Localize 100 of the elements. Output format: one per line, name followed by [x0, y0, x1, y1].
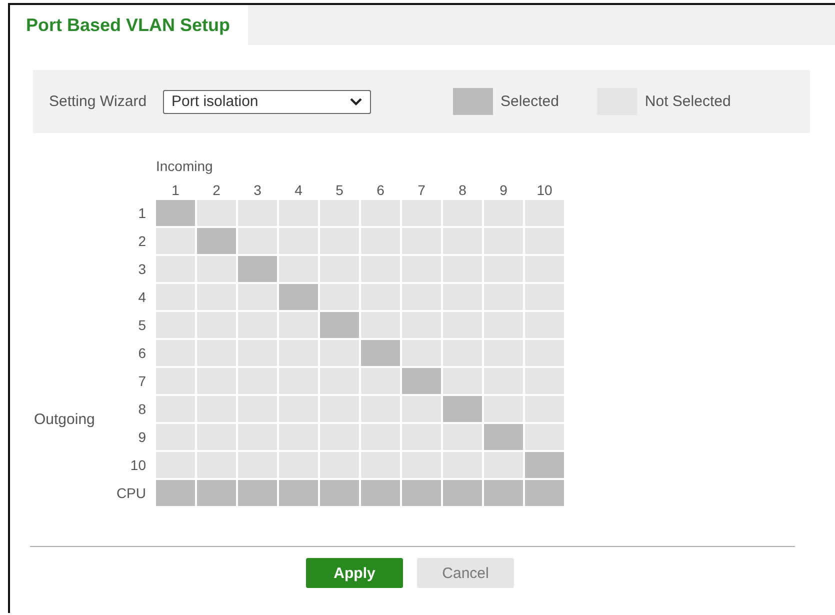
port-cell[interactable] [484, 340, 523, 366]
port-cell[interactable] [361, 228, 400, 254]
port-cell[interactable] [525, 368, 564, 394]
port-cell[interactable] [320, 480, 359, 506]
port-cell[interactable] [361, 284, 400, 310]
tab[interactable]: Port Based VLAN Setup [18, 5, 248, 45]
port-cell[interactable] [156, 452, 195, 478]
port-cell[interactable] [484, 256, 523, 282]
port-cell[interactable] [443, 284, 482, 310]
port-cell[interactable] [279, 368, 318, 394]
port-cell[interactable] [197, 256, 236, 282]
port-cell[interactable] [238, 452, 277, 478]
port-cell[interactable] [197, 228, 236, 254]
port-cell[interactable] [361, 368, 400, 394]
port-cell[interactable] [525, 480, 564, 506]
port-cell[interactable] [279, 452, 318, 478]
port-cell[interactable] [156, 200, 195, 226]
port-cell[interactable] [525, 256, 564, 282]
port-cell[interactable] [443, 200, 482, 226]
port-cell[interactable] [279, 312, 318, 338]
port-cell[interactable] [320, 228, 359, 254]
port-cell[interactable] [402, 256, 441, 282]
port-cell[interactable] [402, 424, 441, 450]
port-cell[interactable] [197, 424, 236, 450]
port-cell[interactable] [156, 284, 195, 310]
port-cell[interactable] [197, 312, 236, 338]
port-cell[interactable] [197, 396, 236, 422]
port-cell[interactable] [443, 480, 482, 506]
port-cell[interactable] [443, 312, 482, 338]
port-cell[interactable] [402, 312, 441, 338]
port-cell[interactable] [238, 228, 277, 254]
port-cell[interactable] [402, 396, 441, 422]
cancel-button[interactable]: Cancel [417, 558, 514, 588]
port-cell[interactable] [238, 396, 277, 422]
port-cell[interactable] [320, 256, 359, 282]
port-cell[interactable] [484, 312, 523, 338]
port-cell[interactable] [443, 340, 482, 366]
port-cell[interactable] [238, 368, 277, 394]
port-cell[interactable] [361, 452, 400, 478]
port-cell[interactable] [279, 480, 318, 506]
port-cell[interactable] [402, 200, 441, 226]
port-cell[interactable] [525, 228, 564, 254]
port-cell[interactable] [238, 424, 277, 450]
port-cell[interactable] [525, 312, 564, 338]
port-cell[interactable] [525, 396, 564, 422]
port-cell[interactable] [320, 396, 359, 422]
port-cell[interactable] [484, 452, 523, 478]
port-cell[interactable] [443, 368, 482, 394]
port-cell[interactable] [197, 368, 236, 394]
port-cell[interactable] [443, 424, 482, 450]
port-cell[interactable] [156, 480, 195, 506]
port-cell[interactable] [197, 284, 236, 310]
port-cell[interactable] [484, 480, 523, 506]
port-cell[interactable] [156, 228, 195, 254]
port-cell[interactable] [484, 200, 523, 226]
port-cell[interactable] [402, 480, 441, 506]
port-cell[interactable] [402, 340, 441, 366]
port-cell[interactable] [197, 480, 236, 506]
port-cell[interactable] [279, 256, 318, 282]
port-cell[interactable] [361, 424, 400, 450]
port-cell[interactable] [279, 200, 318, 226]
port-cell[interactable] [361, 340, 400, 366]
port-cell[interactable] [320, 284, 359, 310]
port-cell[interactable] [197, 452, 236, 478]
setting-wizard-dropdown[interactable]: Port isolation [162, 90, 371, 114]
port-cell[interactable] [238, 256, 277, 282]
port-cell[interactable] [443, 256, 482, 282]
port-cell[interactable] [279, 340, 318, 366]
port-cell[interactable] [402, 284, 441, 310]
port-cell[interactable] [484, 396, 523, 422]
port-cell[interactable] [156, 256, 195, 282]
port-cell[interactable] [484, 284, 523, 310]
port-cell[interactable] [238, 312, 277, 338]
port-cell[interactable] [197, 200, 236, 226]
port-cell[interactable] [279, 228, 318, 254]
port-cell[interactable] [443, 396, 482, 422]
port-cell[interactable] [361, 396, 400, 422]
port-cell[interactable] [525, 200, 564, 226]
port-cell[interactable] [525, 424, 564, 450]
port-cell[interactable] [320, 312, 359, 338]
port-cell[interactable] [484, 368, 523, 394]
port-cell[interactable] [156, 424, 195, 450]
port-cell[interactable] [156, 368, 195, 394]
port-cell[interactable] [361, 200, 400, 226]
port-cell[interactable] [279, 396, 318, 422]
port-cell[interactable] [238, 284, 277, 310]
port-cell[interactable] [320, 452, 359, 478]
port-cell[interactable] [525, 452, 564, 478]
port-cell[interactable] [238, 200, 277, 226]
port-cell[interactable] [320, 368, 359, 394]
port-cell[interactable] [197, 340, 236, 366]
port-cell[interactable] [156, 340, 195, 366]
port-cell[interactable] [484, 424, 523, 450]
port-cell[interactable] [443, 452, 482, 478]
port-cell[interactable] [320, 200, 359, 226]
port-cell[interactable] [279, 284, 318, 310]
port-cell[interactable] [279, 424, 318, 450]
apply-button[interactable]: Apply [306, 558, 403, 588]
port-cell[interactable] [320, 424, 359, 450]
port-cell[interactable] [361, 312, 400, 338]
